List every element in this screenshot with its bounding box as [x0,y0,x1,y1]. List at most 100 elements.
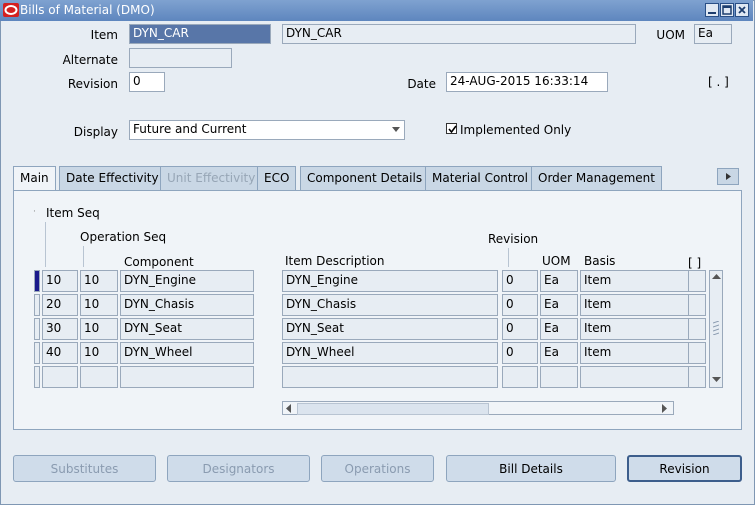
item-description-cell[interactable]: DYN_Chasis [282,294,498,316]
arrow-right-icon [726,173,731,180]
item-label: Item [90,28,118,42]
item-seq-cell[interactable] [42,366,78,388]
col-basis: Basis [584,254,616,268]
flexfield-cell[interactable] [688,366,706,388]
alternate-field[interactable] [129,48,232,68]
chevron-down-icon [392,127,400,132]
maximize-icon[interactable] [720,3,734,17]
arrow-up-icon[interactable] [712,273,721,280]
item-description-field[interactable]: DYN_CAR [282,24,636,44]
implemented-only-checkbox[interactable] [446,123,457,134]
display-label: Display [73,125,118,139]
horizontal-scroll-thumb[interactable] [297,403,489,415]
uom-cell[interactable]: Ea [540,318,578,340]
revision-cell[interactable] [502,366,538,388]
header-divider [508,248,509,267]
revision-cell[interactable]: 0 [502,270,538,292]
uom-cell[interactable]: Ea [540,294,578,316]
arrow-right-icon[interactable] [661,404,669,413]
col-uom: UOM [542,254,571,268]
date-field[interactable]: 24-AUG-2015 16:33:14 [446,72,608,92]
row-indicator[interactable] [34,294,40,316]
revision-field[interactable]: 0 [129,72,165,92]
flexfield-cell[interactable] [688,318,706,340]
grid-vertical-scrollbar[interactable] [709,270,723,388]
arrow-left-icon[interactable] [285,404,293,413]
basis-cell[interactable]: Item [580,318,698,340]
tab-component-details[interactable]: Component Details [300,166,430,190]
operation-seq-cell[interactable]: 10 [80,342,118,364]
component-cell[interactable]: DYN_Chasis [120,294,254,316]
component-cell[interactable]: DYN_Wheel [120,342,254,364]
arrow-down-icon[interactable] [712,377,721,384]
row-indicator[interactable] [34,270,40,292]
basis-cell[interactable]: Item [580,294,698,316]
minimize-icon[interactable] [705,3,719,17]
row-indicator[interactable] [34,318,40,340]
operation-seq-cell[interactable]: 10 [80,294,118,316]
operation-seq-cell[interactable]: 10 [80,318,118,340]
revision-cell[interactable]: 0 [502,342,538,364]
alternate-label: Alternate [62,53,118,67]
revision-cell[interactable]: 0 [502,318,538,340]
operation-seq-cell[interactable] [80,366,118,388]
revision-label: Revision [67,77,118,91]
oracle-logo-icon [3,3,19,17]
col-item-description: Item Description [285,254,385,268]
flexfield-cell[interactable] [688,294,706,316]
display-select-value: Future and Current [133,122,247,136]
component-cell[interactable]: DYN_Engine [120,270,254,292]
item-seq-cell[interactable]: 30 [42,318,78,340]
tab-main[interactable]: Main [13,166,56,191]
revision-cell[interactable]: 0 [502,294,538,316]
tab-order-management[interactable]: Order Management [531,166,662,190]
basis-cell[interactable] [580,366,698,388]
col-component: Component [124,255,194,269]
tab-unit-effectivity[interactable]: Unit Effectivity [160,166,263,190]
display-select[interactable]: Future and Current [129,120,405,140]
col-flexfield: [ ] [688,256,702,270]
item-seq-cell[interactable]: 20 [42,294,78,316]
substitutes-button[interactable]: Substitutes [13,455,156,482]
uom-field[interactable]: Ea [694,24,732,44]
component-cell[interactable]: DYN_Seat [120,318,254,340]
tab-eco[interactable]: ECO [257,166,297,190]
operations-button[interactable]: Operations [321,455,434,482]
header-divider [83,246,84,267]
designators-button[interactable]: Designators [167,455,310,482]
uom-cell[interactable] [540,366,578,388]
item-description-cell[interactable]: DYN_Seat [282,318,498,340]
title-bar: Bills of Material (DMO) [0,0,753,21]
item-field[interactable]: DYN_CAR [129,24,271,44]
uom-label: UOM [656,28,685,42]
tab-scroll-right-button[interactable] [717,168,739,185]
descriptive-flexfield[interactable]: [ . ] [708,75,729,89]
item-seq-cell[interactable]: 10 [42,270,78,292]
col-item-seq: Item Seq [46,206,100,220]
uom-cell[interactable]: Ea [540,270,578,292]
row-indicator[interactable] [34,366,40,388]
check-icon [448,125,457,134]
tab-material-control[interactable]: Material Control [425,166,535,190]
item-description-cell[interactable]: DYN_Wheel [282,342,498,364]
row-indicator[interactable] [34,342,40,364]
scroll-grip-icon [713,321,719,335]
close-icon[interactable] [735,3,749,17]
header-bullet: · [33,207,36,217]
flexfield-cell[interactable] [688,270,706,292]
bill-details-button[interactable]: Bill Details [446,455,616,482]
operation-seq-cell[interactable]: 10 [80,270,118,292]
basis-cell[interactable]: Item [580,342,698,364]
flexfield-cell[interactable] [688,342,706,364]
item-description-cell[interactable]: DYN_Engine [282,270,498,292]
date-label: Date [407,77,436,91]
basis-cell[interactable]: Item [580,270,698,292]
col-operation-seq: Operation Seq [80,230,167,244]
revision-button[interactable]: Revision [627,455,742,482]
item-seq-cell[interactable]: 40 [42,342,78,364]
tab-date-effectivity[interactable]: Date Effectivity [59,166,166,190]
grid-horizontal-scrollbar[interactable] [282,401,674,415]
uom-cell[interactable]: Ea [540,342,578,364]
component-cell[interactable] [120,366,254,388]
item-description-cell[interactable] [282,366,498,388]
